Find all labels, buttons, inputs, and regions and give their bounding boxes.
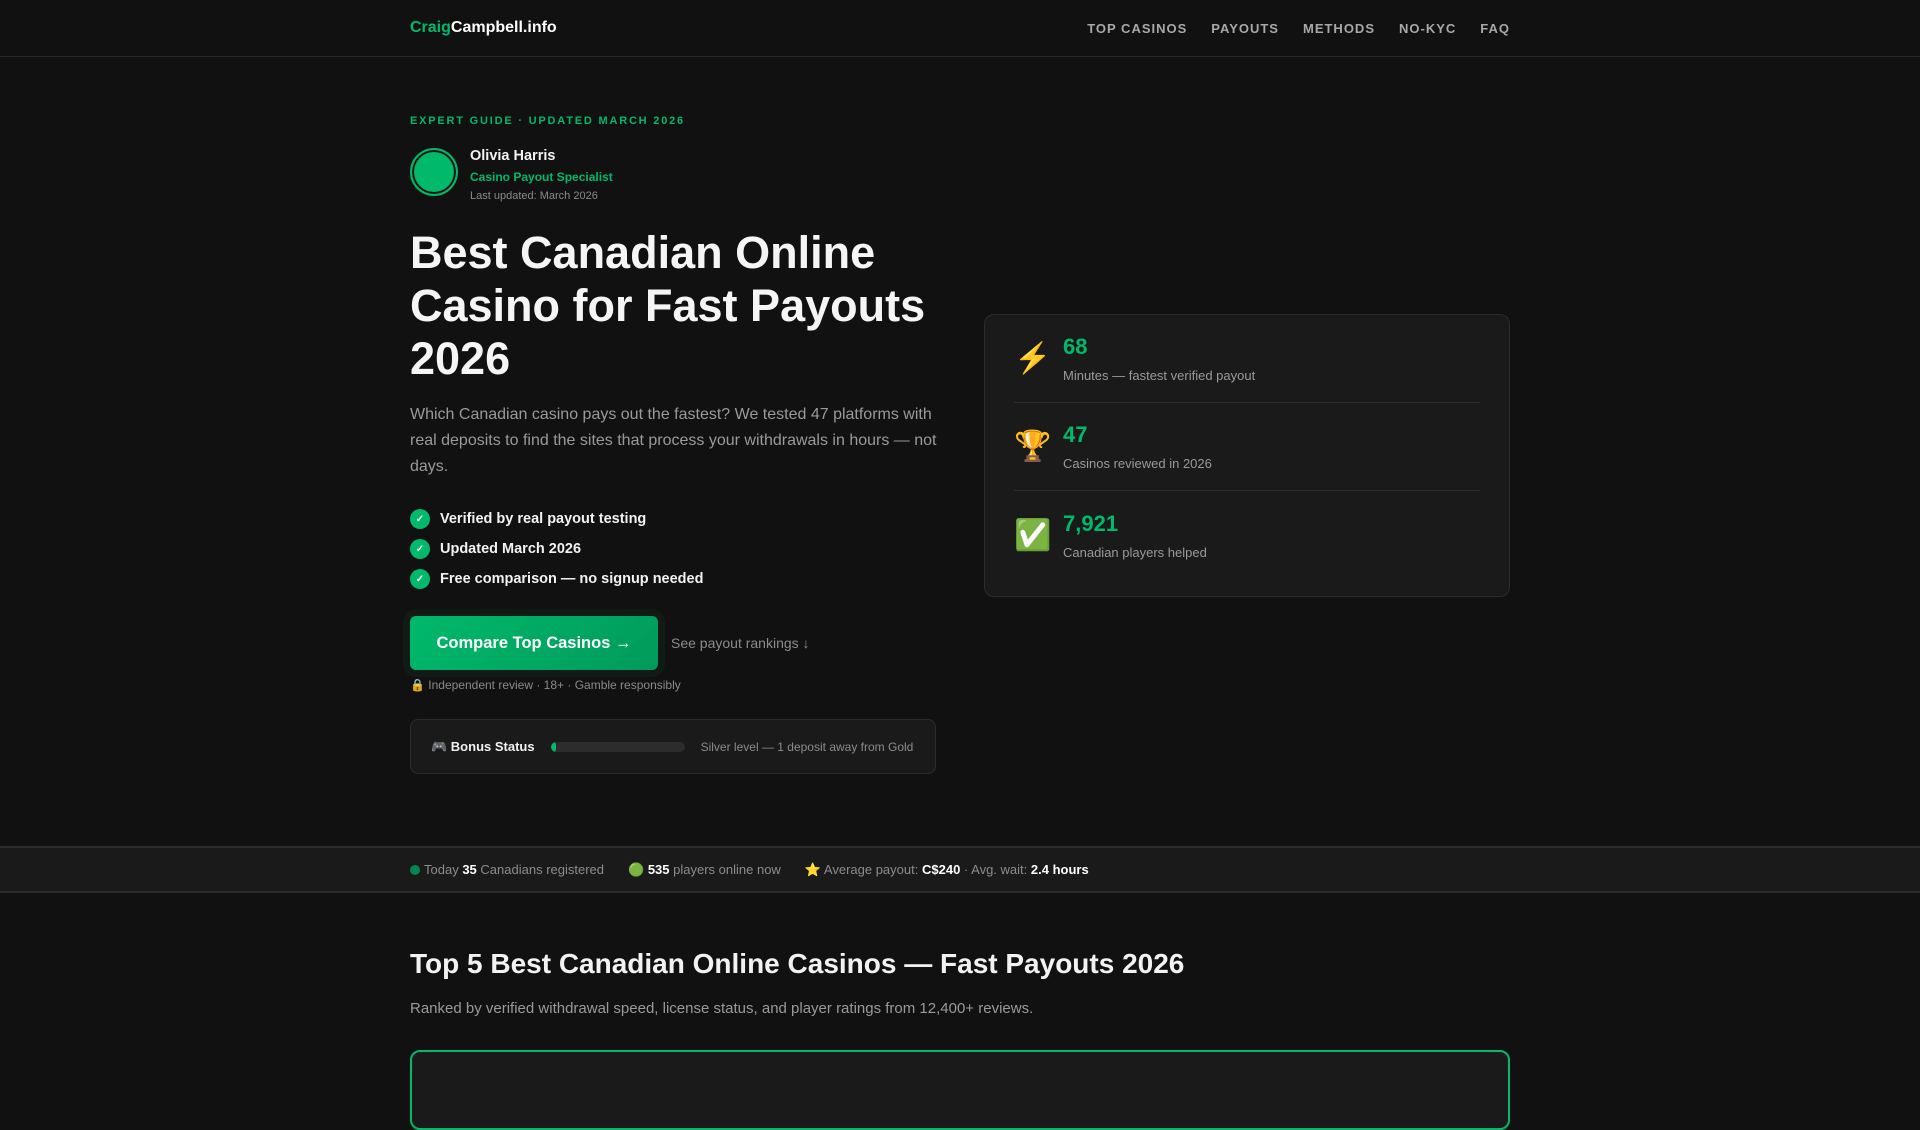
bonus-text: Silver level — 1 deposit away from Gold — [700, 739, 914, 754]
section-subtitle: Ranked by verified withdrawal speed, lic… — [410, 1000, 1034, 1017]
stat-value: 47 — [1063, 422, 1088, 447]
author-block: Olivia Harris Casino Payout Specialist L… — [410, 148, 936, 202]
hero: EXPERT GUIDE · UPDATED MARCH 2026 Olivia… — [0, 57, 1920, 846]
compare-casinos-button[interactable]: Compare Top Casinos → — [410, 616, 658, 670]
check-item: ✓ Free comparison — no signup needed — [410, 564, 936, 594]
payout-rankings-link[interactable]: See payout rankings ↓ — [671, 635, 810, 651]
check-mark-icon: ✅ — [1014, 518, 1052, 552]
check-label: Updated March 2026 — [440, 541, 582, 557]
last-updated: Last updated: March 2026 — [470, 190, 598, 202]
top-casinos-section: Top 5 Best Canadian Online Casinos — Fas… — [0, 893, 1920, 1130]
stat-label: Casinos reviewed in 2026 — [1063, 456, 1212, 471]
nav-payouts[interactable]: PAYOUTS — [1211, 21, 1279, 36]
ticker-payout: ⭐ Average payout: C$240 · Avg. wait: 2.4… — [804, 861, 1089, 877]
ticker-online: 🟢 535 players online now — [628, 861, 781, 877]
check-icon: ✓ — [410, 569, 430, 589]
page-title: Best Canadian Online Casino for Fast Pay… — [410, 227, 926, 384]
avatar — [410, 148, 458, 196]
casino-card[interactable] — [410, 1050, 1510, 1130]
check-icon: ✓ — [410, 539, 430, 559]
bonus-label: 🎮 Bonus Status — [431, 738, 535, 754]
ticker-registered: Today 35 Canadians registered — [410, 862, 604, 877]
hero-lead: Which Canadian casino pays out the faste… — [410, 406, 937, 475]
nav-methods[interactable]: METHODS — [1303, 21, 1375, 36]
check-list: ✓ Verified by real payout testing ✓ Update… — [410, 504, 936, 594]
disclaimer-note: 🔒 Independent review · 18+ · Gamble resp… — [410, 678, 681, 692]
stat-value: 7,921 — [1063, 510, 1119, 536]
check-label: Verified by real payout testing — [440, 511, 647, 527]
stat-casinos-reviewed: 🏆 47 Casinos reviewed in 2026 — [1014, 403, 1480, 491]
nav-no-kyc[interactable]: NO-KYC — [1399, 21, 1456, 36]
eyebrow: EXPERT GUIDE · UPDATED MARCH 2026 — [410, 115, 685, 127]
stat-value: 68 — [1063, 334, 1088, 359]
top-nav: CraigCampbell.info TOP CASINOS PAYOUTS M… — [0, 0, 1920, 57]
green-circle-icon: 🟢 — [628, 861, 645, 877]
section-title: Top 5 Best Canadian Online Casinos — Fas… — [410, 948, 1185, 979]
lightning-icon: ⚡ — [1014, 342, 1052, 375]
bonus-status: 🎮 Bonus Status Silver level — 1 deposit … — [410, 719, 936, 774]
activity-ticker: Today 35 Canadians registered 🟢 535 play… — [0, 846, 1920, 893]
author-role: Casino Payout Specialist — [470, 170, 613, 184]
bonus-progress-bar — [550, 741, 685, 752]
check-label: Free comparison — no signup needed — [440, 571, 704, 587]
logo-part-craig: Craig — [410, 19, 451, 36]
status-dot-icon — [410, 865, 420, 875]
logo-part-campbell: Campbell.info — [450, 19, 557, 36]
stat-label: Canadian players helped — [1063, 544, 1207, 560]
bonus-progress-fill — [550, 741, 556, 752]
stats-card: ⚡ 68 Minutes — fastest verified payout 🏆 47… — [984, 314, 1510, 597]
nav-top-casinos[interactable]: TOP CASINOS — [1087, 21, 1187, 36]
trophy-icon: 🏆 — [1014, 430, 1052, 463]
stat-label: Minutes — fastest verified payout — [1063, 368, 1256, 383]
author-name: Olivia Harris — [470, 148, 556, 164]
site-logo[interactable]: CraigCampbell.info — [410, 19, 557, 37]
stat-players-helped: ✅ 7,921 Canadian players helped — [1014, 491, 1480, 579]
check-item: ✓ Updated March 2026 — [410, 534, 936, 564]
nav-faq[interactable]: FAQ — [1480, 21, 1510, 36]
check-item: ✓ Verified by real payout testing — [410, 504, 936, 534]
stat-fastest-payout: ⚡ 68 Minutes — fastest verified payout — [1014, 315, 1480, 403]
check-icon: ✓ — [410, 509, 430, 529]
